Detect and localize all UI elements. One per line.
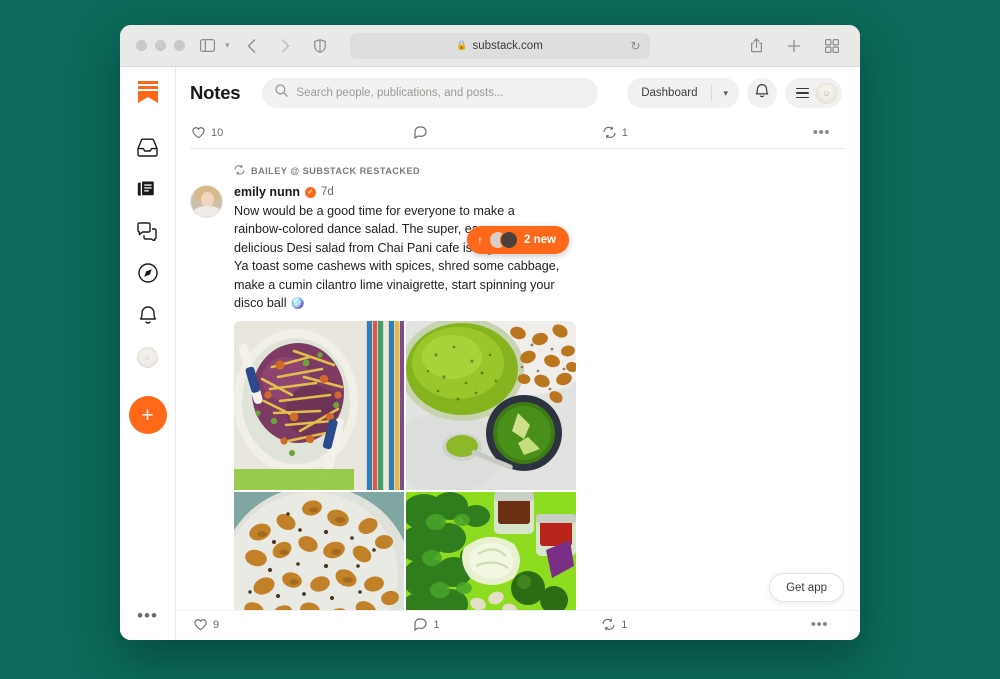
- comment-button[interactable]: 1: [414, 618, 602, 631]
- note-image-grid[interactable]: [234, 321, 576, 640]
- avatar-body: [193, 206, 222, 217]
- search-icon: [275, 84, 289, 102]
- sidebar-item-explore[interactable]: [129, 254, 167, 292]
- note-post: BAILEY @ SUBSTACK RESTACKED emily nunn ✓…: [190, 149, 846, 640]
- search-placeholder: Search people, publications, and posts..…: [296, 87, 504, 99]
- more-options-button[interactable]: •••: [811, 617, 842, 632]
- sidebar-item-activity[interactable]: [129, 296, 167, 334]
- window-traffic-lights[interactable]: [132, 40, 185, 51]
- note-image-1[interactable]: [234, 321, 404, 491]
- restack-text: BAILEY @ SUBSTACK RESTACKED: [251, 166, 421, 176]
- search-input[interactable]: Search people, publications, and posts..…: [262, 78, 599, 108]
- note-actions: 9 1 1 •••: [192, 611, 844, 640]
- user-avatar[interactable]: ☺: [816, 82, 837, 104]
- like-count: 9: [213, 618, 220, 631]
- note-bottom-bar: 9 1 1 •••: [176, 610, 860, 640]
- browser-titlebar: ▾ 🔒 substack.com ↻: [120, 25, 860, 67]
- close-button[interactable]: [136, 40, 147, 51]
- sidebar-chevron-down-icon[interactable]: ▾: [225, 40, 230, 51]
- url-text: substack.com: [472, 39, 543, 52]
- sidebar-item-library[interactable]: [129, 170, 167, 208]
- dashboard-label[interactable]: Dashboard: [627, 87, 711, 99]
- restack-icon: [234, 162, 245, 180]
- minimize-button[interactable]: [155, 40, 166, 51]
- verified-badge-icon: ✓: [304, 186, 316, 198]
- bell-icon: [755, 83, 769, 103]
- comment-button[interactable]: [414, 126, 603, 139]
- app-sidebar: ☺ + •••: [120, 67, 176, 640]
- sidebar-item-inbox[interactable]: [129, 128, 167, 166]
- new-notes-label: 2 new: [524, 234, 556, 246]
- author-avatar[interactable]: [190, 185, 223, 218]
- app-body: ☺ + ••• Notes Search people, publication…: [120, 67, 860, 640]
- sidebar-item-chat[interactable]: [129, 212, 167, 250]
- like-count: 10: [211, 126, 224, 139]
- restack-button[interactable]: 1: [603, 126, 759, 139]
- note-text-body: Now would be a good time for everyone to…: [234, 204, 560, 310]
- more-options-button[interactable]: •••: [813, 125, 844, 140]
- forward-arrow-icon[interactable]: [274, 35, 298, 57]
- avatar: [500, 231, 519, 249]
- dashboard-button-group[interactable]: Dashboard ▾: [627, 78, 739, 108]
- lock-icon: 🔒: [456, 40, 468, 50]
- notifications-button[interactable]: [747, 78, 777, 108]
- page-title: Notes: [190, 82, 241, 103]
- app-header: Notes Search people, publications, and p…: [176, 67, 860, 119]
- note-image-2[interactable]: [406, 321, 576, 491]
- address-bar[interactable]: 🔒 substack.com ↻: [349, 32, 650, 59]
- header-actions: Dashboard ▾ ☺: [627, 78, 842, 108]
- previous-note-actions: 10 1 •••: [190, 119, 846, 148]
- share-icon[interactable]: [744, 35, 768, 57]
- sidebar-more-button[interactable]: •••: [137, 607, 158, 628]
- avatar-icon: ☺: [137, 346, 158, 368]
- back-arrow-icon[interactable]: [240, 35, 264, 57]
- author-byline: emily nunn ✓ 7d: [234, 185, 846, 199]
- tab-overview-icon[interactable]: [820, 35, 844, 57]
- substack-logo-icon[interactable]: [137, 81, 158, 108]
- timestamp: 7d: [320, 186, 334, 198]
- new-notes-pill[interactable]: ↑ 2 new: [467, 226, 569, 254]
- maximize-button[interactable]: [174, 40, 185, 51]
- notes-feed[interactable]: ↑ 2 new 10 1 ••• BAILEY @ SUBSTACK RESTA…: [176, 119, 860, 640]
- restack-count: 1: [621, 126, 628, 139]
- chevron-down-icon[interactable]: ▾: [712, 88, 739, 99]
- browser-window: ▾ 🔒 substack.com ↻ ☺ + ••• Notes Search …: [120, 25, 860, 640]
- author-name[interactable]: emily nunn: [234, 185, 300, 199]
- new-tab-plus-icon[interactable]: [782, 35, 806, 57]
- up-arrow-icon: ↑: [477, 233, 484, 247]
- compose-note-button[interactable]: +: [128, 396, 167, 434]
- like-button[interactable]: 10: [192, 126, 414, 139]
- avatar-face: [201, 192, 214, 207]
- reload-icon[interactable]: ↻: [630, 39, 640, 53]
- privacy-shield-icon[interactable]: [308, 35, 332, 57]
- sidebar-toggle-icon[interactable]: [195, 35, 219, 57]
- main-column: Notes Search people, publications, and p…: [176, 67, 860, 640]
- sidebar-item-profile[interactable]: ☺: [129, 338, 167, 376]
- hamburger-icon[interactable]: [796, 87, 809, 99]
- get-app-button[interactable]: Get app: [769, 573, 844, 602]
- disco-ball-emoji: 🪩: [290, 295, 305, 310]
- new-notes-avatars: [489, 231, 519, 249]
- note-text: Now would be a good time for everyone to…: [234, 202, 566, 312]
- restack-count: 1: [621, 618, 628, 631]
- like-button[interactable]: 9: [194, 618, 414, 631]
- desktop-background: ▾ 🔒 substack.com ↻ ☺ + ••• Notes Search …: [0, 0, 1000, 679]
- restack-button[interactable]: 1: [602, 618, 758, 631]
- restack-notice: BAILEY @ SUBSTACK RESTACKED: [190, 162, 846, 180]
- account-menu-group[interactable]: ☺: [785, 78, 842, 108]
- comment-count: 1: [433, 618, 440, 631]
